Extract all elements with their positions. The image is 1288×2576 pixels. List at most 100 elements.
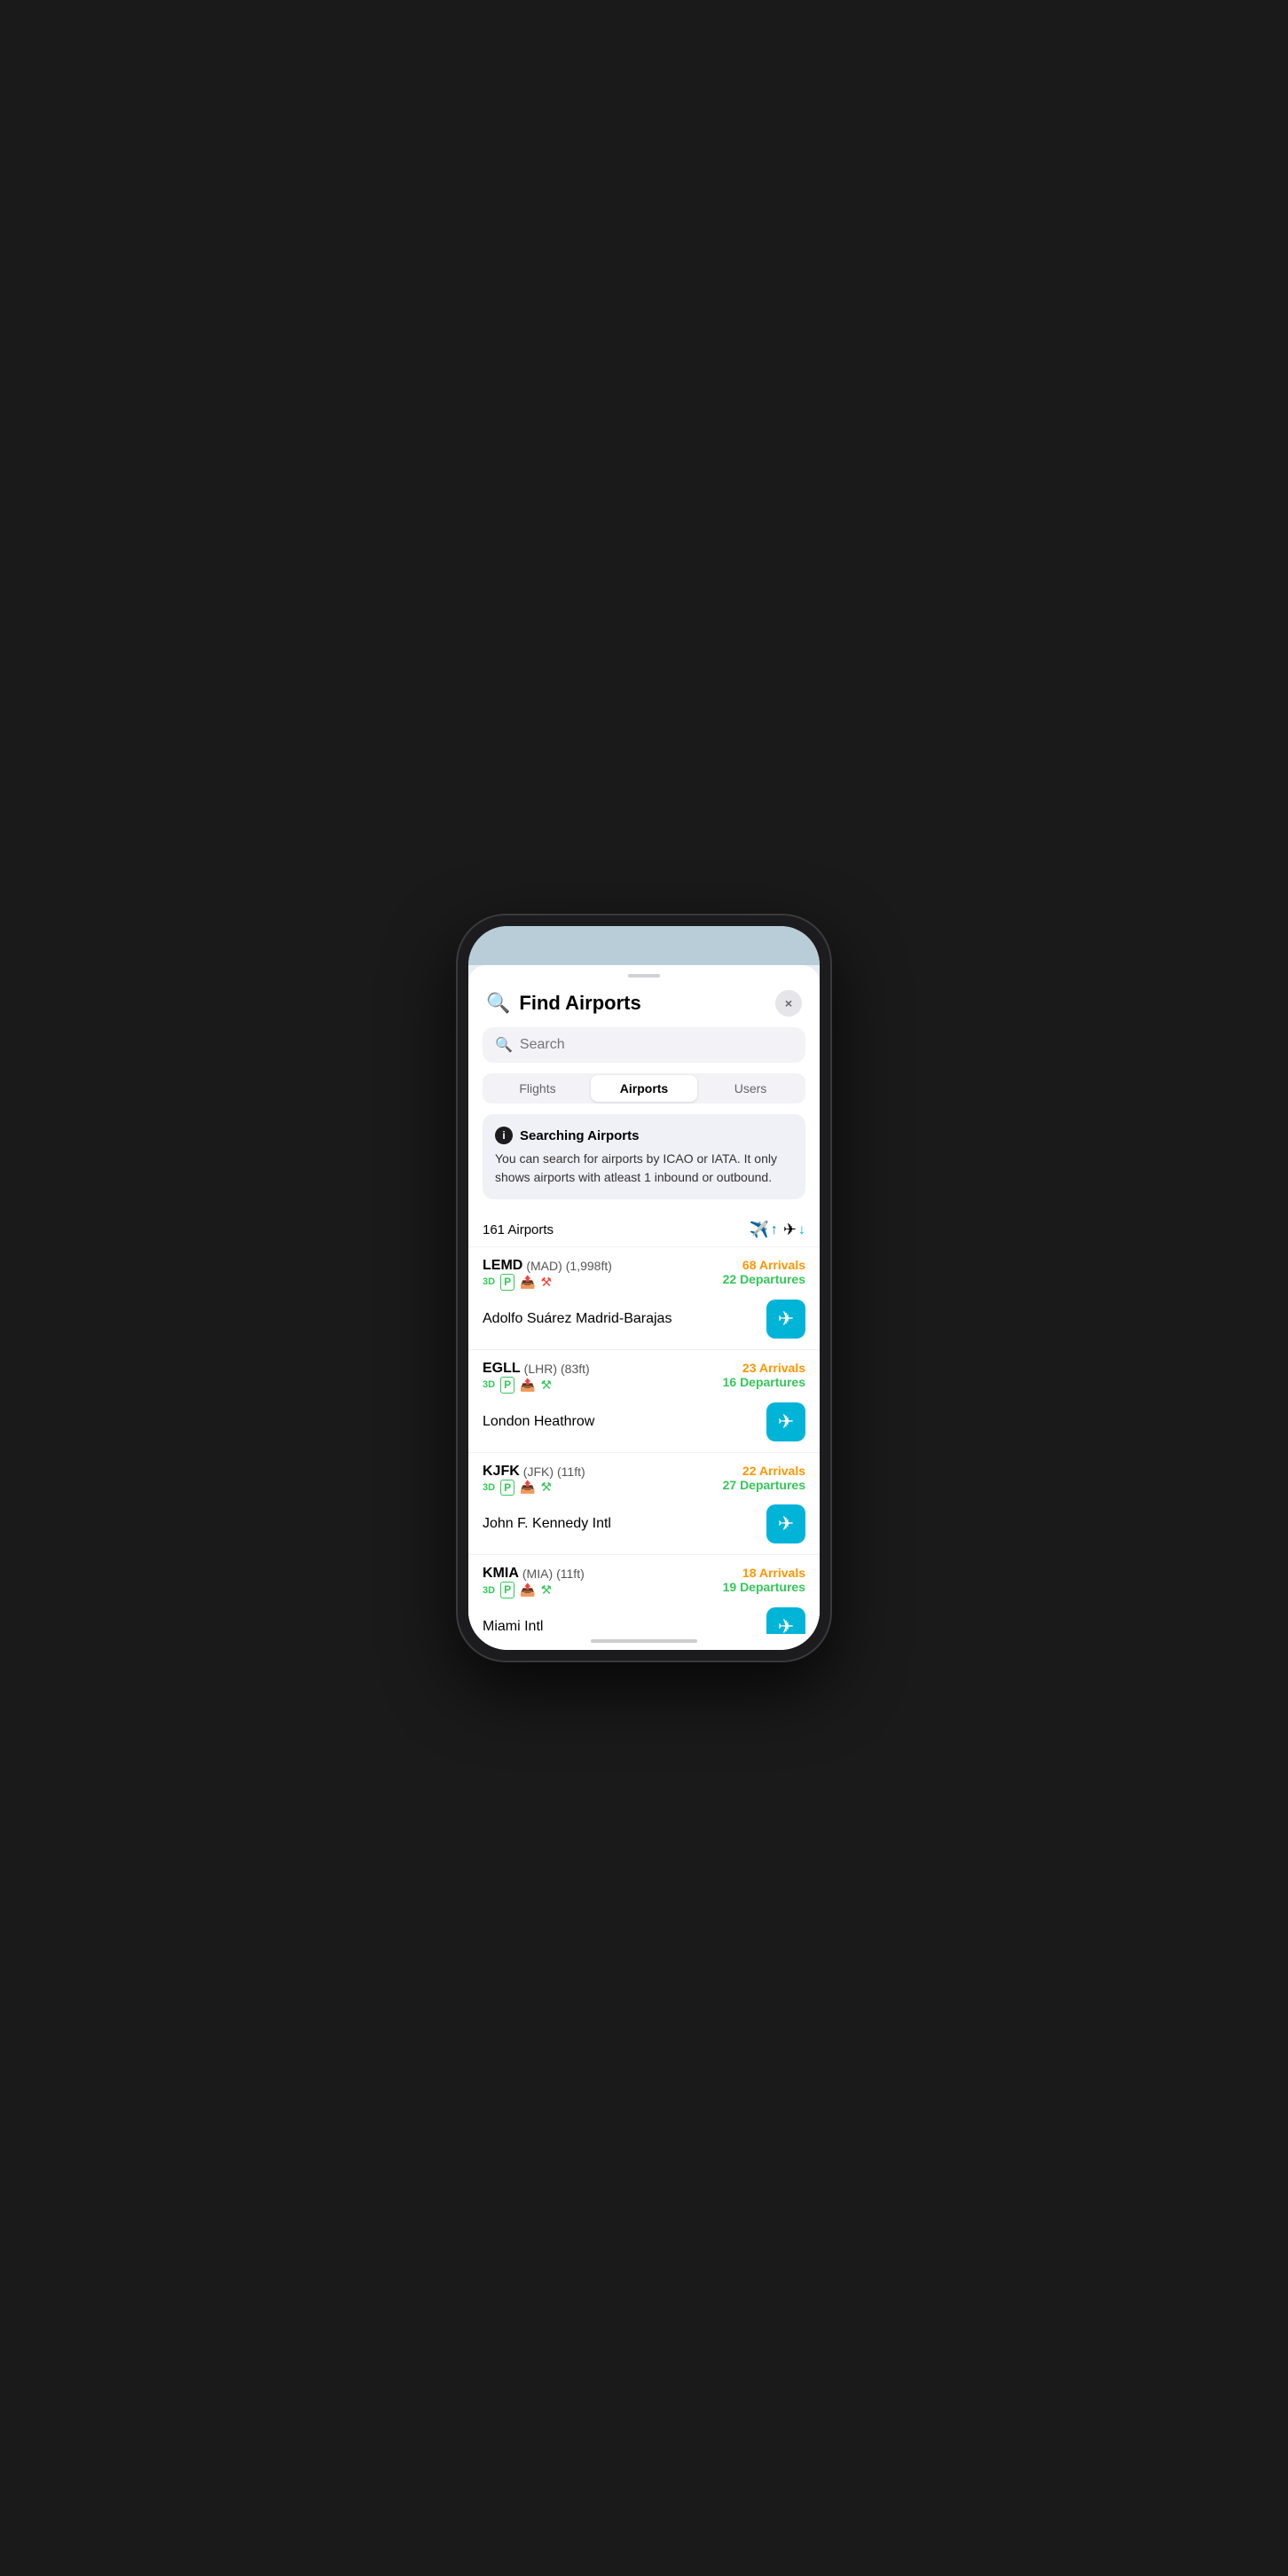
plane-icon: ✈ — [778, 1615, 794, 1634]
phone-frame: 🔍 Find Airports × 🔍 Flights Airports Use… — [458, 915, 830, 1661]
sort-controls: ✈️ ↑ ✈ ↓ — [749, 1221, 805, 1239]
airport-badges: 3D P 📤 ⚒ — [483, 1480, 585, 1496]
airport-header-left: LEMD (MAD) (1,998ft) 3D P 📤 ⚒ — [483, 1258, 612, 1296]
airport-header-left: EGLL (LHR) (83ft) 3D P 📤 ⚒ — [483, 1361, 590, 1399]
airport-count: 161 Airports — [483, 1222, 554, 1237]
airport-badges: 3D P 📤 ⚒ — [483, 1274, 612, 1291]
airport-codes: KJFK (JFK) (11ft) — [483, 1464, 585, 1480]
info-box-body: You can search for airports by ICAO or I… — [495, 1150, 793, 1187]
airport-iata: (MAD) — [526, 1259, 562, 1273]
airport-item-kmia: KMIA (MIA) (11ft) 3D P 📤 ⚒ — [468, 1555, 820, 1634]
departures-count: 19 Departures — [723, 1580, 805, 1594]
fly-button-egll[interactable]: ✈ — [766, 1402, 805, 1441]
tab-airports[interactable]: Airports — [591, 1075, 697, 1102]
search-input-icon: 🔍 — [495, 1036, 513, 1054]
airport-iata: (LHR) — [524, 1362, 557, 1376]
arrivals-count: 23 Arrivals — [723, 1361, 805, 1375]
landing-icon: ✈️ — [749, 1221, 768, 1239]
airport-codes: KMIA (MIA) (11ft) — [483, 1566, 585, 1582]
info-box-header: i Searching Airports — [495, 1127, 793, 1144]
modal-header: 🔍 Find Airports × — [468, 983, 820, 1027]
badge-link: ⚒ — [541, 1275, 553, 1290]
badge-3d: 3D — [483, 1379, 495, 1390]
badge-link: ⚒ — [541, 1583, 553, 1598]
airport-elevation: (11ft) — [557, 1465, 585, 1479]
airport-name: London Heathrow — [483, 1414, 594, 1430]
close-button[interactable]: × — [775, 990, 802, 1017]
badge-parking: P — [500, 1480, 514, 1496]
airport-elevation: (11ft) — [556, 1567, 585, 1581]
airport-codes: EGLL (LHR) (83ft) — [483, 1361, 590, 1377]
departures-count: 27 Departures — [723, 1478, 805, 1492]
arrivals-count: 18 Arrivals — [723, 1566, 805, 1580]
airport-item-egll: EGLL (LHR) (83ft) 3D P 📤 ⚒ — [468, 1350, 820, 1453]
arrivals-count: 22 Arrivals — [723, 1464, 805, 1478]
badge-parking: P — [500, 1377, 514, 1394]
plane-icon: ✈ — [778, 1308, 794, 1331]
airport-item-kjfk: KJFK (JFK) (11ft) 3D P 📤 ⚒ — [468, 1453, 820, 1556]
plane-icon: ✈ — [778, 1410, 794, 1433]
arrivals-sort-up: ↑ — [771, 1222, 778, 1238]
departures-sort-group[interactable]: ✈ ↓ — [783, 1221, 805, 1239]
airport-codes: LEMD (MAD) (1,998ft) — [483, 1258, 612, 1274]
info-box: i Searching Airports You can search for … — [483, 1114, 805, 1199]
badge-3d: 3D — [483, 1276, 495, 1287]
airport-name: Miami Intl — [483, 1619, 543, 1634]
tab-users[interactable]: Users — [697, 1075, 804, 1102]
fly-button-lemd[interactable]: ✈ — [766, 1300, 805, 1339]
list-header: 161 Airports ✈️ ↑ ✈ ↓ — [468, 1210, 820, 1247]
airport-item-bottom: John F. Kennedy Intl ✈ — [483, 1504, 805, 1543]
drag-handle[interactable] — [628, 974, 660, 978]
badge-upload: 📤 — [520, 1480, 535, 1495]
home-indicator — [591, 1639, 697, 1643]
airport-list[interactable]: 161 Airports ✈️ ↑ ✈ ↓ — [468, 1210, 820, 1634]
phone-screen: 🔍 Find Airports × 🔍 Flights Airports Use… — [468, 926, 820, 1650]
plane-icon: ✈ — [778, 1512, 794, 1535]
airport-icao: KMIA — [483, 1566, 519, 1582]
departures-count: 22 Departures — [723, 1272, 805, 1286]
fly-button-kjfk[interactable]: ✈ — [766, 1504, 805, 1543]
badge-upload: 📤 — [520, 1378, 535, 1393]
airport-item-top: LEMD (MAD) (1,998ft) 3D P 📤 ⚒ — [483, 1258, 805, 1296]
bottom-sheet: 🔍 Find Airports × 🔍 Flights Airports Use… — [468, 965, 820, 1650]
search-container: 🔍 — [468, 1027, 820, 1073]
tab-flights[interactable]: Flights — [484, 1075, 591, 1102]
badge-3d: 3D — [483, 1585, 495, 1596]
airport-item-top: EGLL (LHR) (83ft) 3D P 📤 ⚒ — [483, 1361, 805, 1399]
modal-title: Find Airports — [519, 992, 775, 1015]
search-icon: 🔍 — [486, 992, 510, 1015]
airport-item-top: KMIA (MIA) (11ft) 3D P 📤 ⚒ — [483, 1566, 805, 1604]
arrivals-sort-group[interactable]: ✈️ ↑ — [749, 1221, 777, 1239]
airport-badges: 3D P 📤 ⚒ — [483, 1377, 590, 1394]
info-box-title: Searching Airports — [520, 1128, 639, 1143]
airport-item-top: KJFK (JFK) (11ft) 3D P 📤 ⚒ — [483, 1464, 805, 1502]
status-bar — [468, 926, 820, 965]
tab-bar: Flights Airports Users — [483, 1073, 805, 1103]
airport-item-bottom: Adolfo Suárez Madrid-Barajas ✈ — [483, 1300, 805, 1339]
search-input-wrapper[interactable]: 🔍 — [483, 1027, 805, 1063]
badge-link: ⚒ — [541, 1480, 553, 1495]
airport-stats: 22 Arrivals 27 Departures — [723, 1464, 805, 1492]
airport-name: John F. Kennedy Intl — [483, 1516, 611, 1532]
badge-3d: 3D — [483, 1482, 495, 1493]
airport-header-left: KMIA (MIA) (11ft) 3D P 📤 ⚒ — [483, 1566, 585, 1604]
airport-badges: 3D P 📤 ⚒ — [483, 1582, 585, 1598]
search-input[interactable] — [520, 1037, 793, 1053]
badge-upload: 📤 — [520, 1583, 535, 1598]
fly-button-kmia[interactable]: ✈ — [766, 1607, 805, 1634]
airport-item-bottom: Miami Intl ✈ — [483, 1607, 805, 1634]
airport-item-lemd: LEMD (MAD) (1,998ft) 3D P 📤 ⚒ — [468, 1247, 820, 1350]
airport-stats: 23 Arrivals 16 Departures — [723, 1361, 805, 1389]
airport-elevation: (83ft) — [561, 1362, 590, 1376]
airport-icao: LEMD — [483, 1258, 522, 1274]
airport-icao: EGLL — [483, 1361, 521, 1377]
badge-upload: 📤 — [520, 1275, 535, 1290]
airport-item-bottom: London Heathrow ✈ — [483, 1402, 805, 1441]
badge-parking: P — [500, 1274, 514, 1291]
airport-icao: KJFK — [483, 1464, 520, 1480]
arrivals-count: 68 Arrivals — [723, 1258, 805, 1272]
info-icon: i — [495, 1127, 513, 1144]
departures-sort-down: ↓ — [798, 1222, 805, 1238]
badge-parking: P — [500, 1582, 514, 1598]
departure-icon: ✈ — [783, 1221, 797, 1239]
